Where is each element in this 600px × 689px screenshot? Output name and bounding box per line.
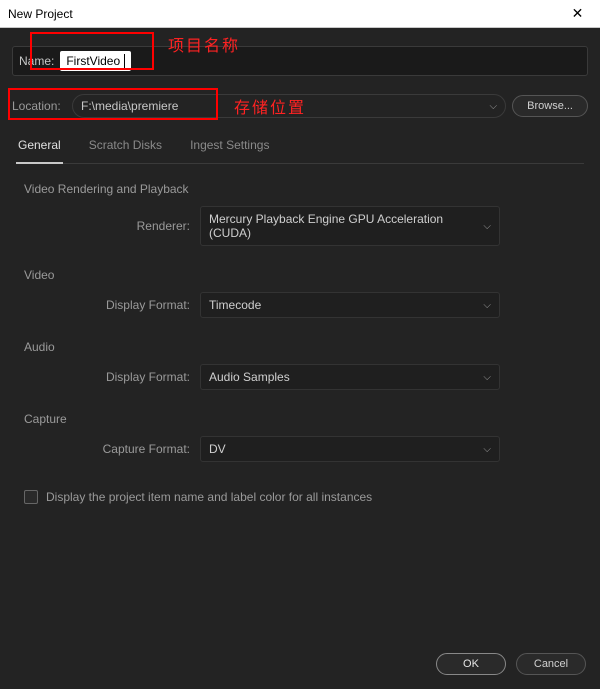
section-video: Video (24, 268, 580, 282)
chevron-down-icon: ⌵ (483, 444, 491, 455)
section-audio: Audio (24, 340, 580, 354)
general-panel: Video Rendering and Playback Renderer: M… (12, 164, 588, 504)
video-display-format-value: Timecode (209, 298, 261, 312)
tabs: General Scratch Disks Ingest Settings (16, 132, 584, 164)
audio-display-format-value: Audio Samples (209, 370, 290, 384)
window-close-button[interactable]: ✕ (555, 0, 600, 28)
capture-format-value: DV (209, 442, 226, 456)
chevron-down-icon: ⌵ (483, 372, 491, 383)
dialog-footer: OK Cancel (436, 653, 586, 675)
tab-general[interactable]: General (16, 132, 63, 164)
display-name-color-label: Display the project item name and label … (46, 490, 372, 504)
capture-format-label: Capture Format: (20, 442, 200, 456)
capture-format-select[interactable]: DV ⌵ (200, 436, 500, 462)
chevron-down-icon: ⌵ (483, 221, 491, 232)
renderer-value: Mercury Playback Engine GPU Acceleration… (209, 212, 483, 240)
audio-display-format-label: Display Format: (20, 370, 200, 384)
location-value: F:\media\premiere (81, 99, 490, 113)
ok-button[interactable]: OK (436, 653, 506, 675)
section-capture: Capture (24, 412, 580, 426)
dialog-content: Name: FirstVideo 项目名称 Location: F:\media… (0, 28, 600, 504)
location-dropdown[interactable]: F:\media\premiere ⌵ (72, 94, 506, 118)
tab-scratch-disks[interactable]: Scratch Disks (87, 132, 164, 163)
video-display-format-label: Display Format: (20, 298, 200, 312)
chevron-down-icon: ⌵ (490, 101, 498, 112)
renderer-label: Renderer: (20, 219, 200, 233)
section-video-rendering: Video Rendering and Playback (24, 182, 580, 196)
close-icon: ✕ (572, 5, 584, 22)
tab-ingest-settings[interactable]: Ingest Settings (188, 132, 271, 163)
chevron-down-icon: ⌵ (483, 300, 491, 311)
project-name-input[interactable]: FirstVideo (60, 51, 130, 71)
window-title: New Project (8, 7, 73, 21)
video-display-format-select[interactable]: Timecode ⌵ (200, 292, 500, 318)
name-label: Name: (19, 54, 54, 68)
title-bar: New Project ✕ (0, 0, 600, 28)
display-name-color-checkbox[interactable] (24, 490, 38, 504)
audio-display-format-select[interactable]: Audio Samples ⌵ (200, 364, 500, 390)
renderer-select[interactable]: Mercury Playback Engine GPU Acceleration… (200, 206, 500, 246)
browse-button[interactable]: Browse... (512, 95, 588, 117)
location-label: Location: (12, 99, 66, 113)
cancel-button[interactable]: Cancel (516, 653, 586, 675)
